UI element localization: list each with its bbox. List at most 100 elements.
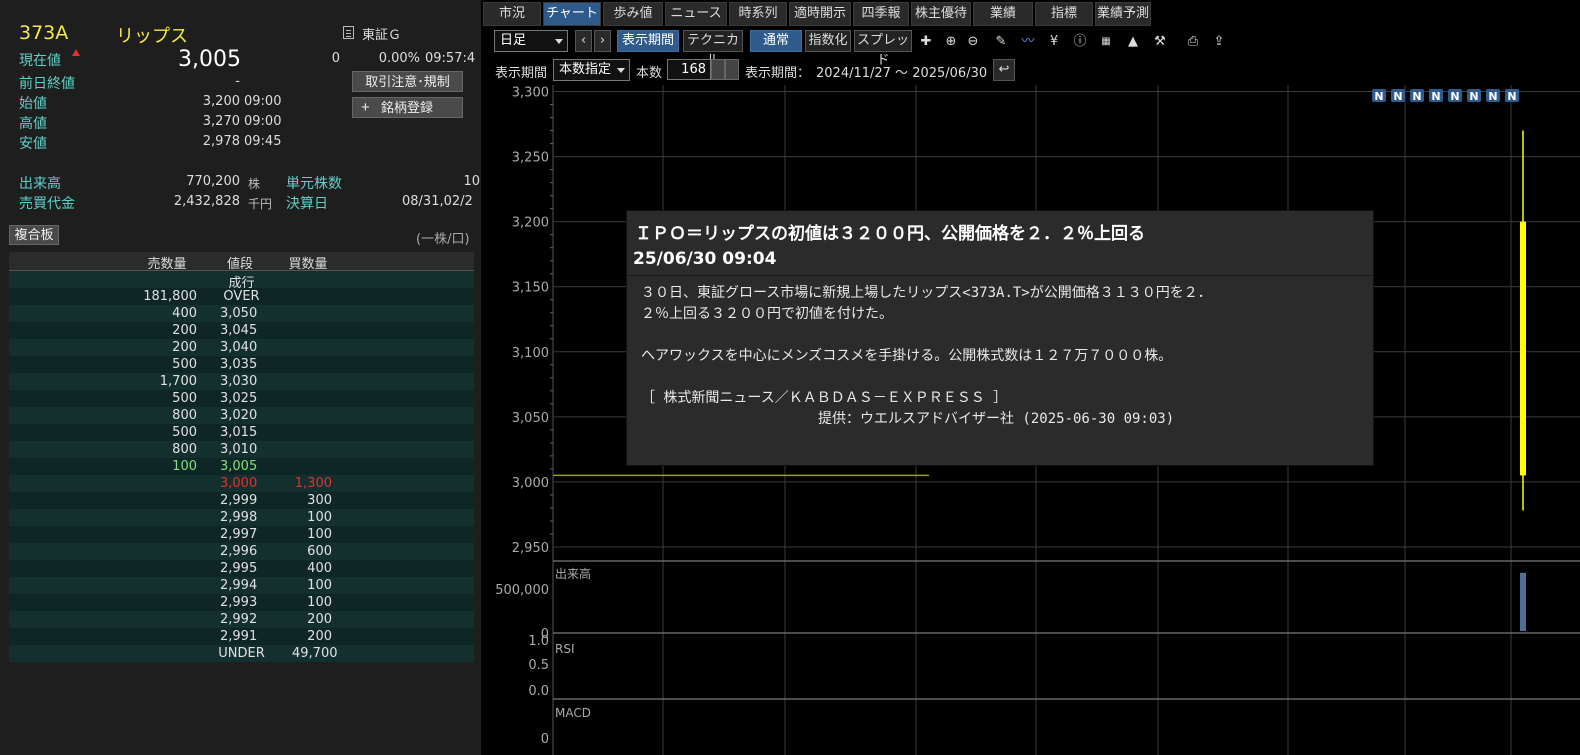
- tab-8[interactable]: 業績: [973, 2, 1033, 26]
- technical-button[interactable]: テクニカル: [683, 30, 743, 68]
- period-select[interactable]: 日足: [494, 30, 568, 52]
- chart-toolbar: 日足 ‹ › 表示期間 テクニカル 通常 指数化 スプレッド ✚ ⊕ ⊖ ✎ 〰…: [483, 30, 1580, 68]
- exchange-label: 東証Ｇ: [362, 28, 402, 43]
- count-input[interactable]: 168: [667, 59, 711, 80]
- tab-0[interactable]: 市況: [483, 2, 541, 26]
- zoom-in-icon[interactable]: ⊕: [941, 32, 961, 52]
- tab-9[interactable]: 指標: [1035, 2, 1093, 26]
- order-book-row[interactable]: 2,995 400: [9, 560, 474, 577]
- turnover-label: 売買代金: [19, 196, 75, 212]
- register-stock-button[interactable]: + 銘柄登録: [352, 97, 463, 118]
- price-tick-label: 3,250: [512, 151, 549, 166]
- wrench-icon[interactable]: ⚒: [1150, 32, 1170, 52]
- volume-unit: 株: [248, 177, 261, 191]
- order-book-row[interactable]: 2,997 100: [9, 526, 474, 543]
- normal-button[interactable]: 通常: [750, 30, 802, 52]
- next-button[interactable]: ›: [594, 30, 611, 52]
- area-chart-icon[interactable]: ▲: [1123, 32, 1143, 52]
- buy-qty: 100: [307, 578, 332, 593]
- export-icon[interactable]: ⇪: [1209, 32, 1229, 52]
- chevron-left-icon: ‹: [580, 33, 587, 48]
- count-up-button[interactable]: [725, 59, 739, 80]
- tab-7[interactable]: 株主優待: [911, 2, 971, 26]
- volume-tick-label: 500,000: [495, 583, 549, 598]
- pattern-icon[interactable]: 〰: [1018, 32, 1038, 52]
- news-popup[interactable]: ＩＰＯ＝リップスの初値は３２００円、公開価格を２．２％上回る 25/06/30 …: [626, 210, 1374, 466]
- tab-3[interactable]: ニュース: [665, 2, 727, 26]
- price-level: 2,999: [220, 493, 258, 508]
- news-title: ＩＰＯ＝リップスの初値は３２００円、公開価格を２．２％上回る: [635, 224, 1145, 244]
- order-book-row[interactable]: 500 3,015: [9, 424, 474, 441]
- range-value: 2024/11/27 ～ 2025/06/30: [816, 66, 988, 81]
- tab-2[interactable]: 歩み値: [603, 2, 663, 26]
- current-price: 3,005: [178, 47, 241, 72]
- market-order-row[interactable]: 成行: [9, 271, 474, 291]
- info-icon[interactable]: ⓘ: [1070, 32, 1090, 52]
- rsi-tick-label: 0.5: [528, 658, 549, 673]
- count-down-button[interactable]: [711, 59, 725, 80]
- news-marker-icon[interactable]: ▦: [1096, 32, 1116, 52]
- period-mode-select[interactable]: 本数指定: [553, 59, 630, 81]
- quote-time: 09:57:4: [425, 51, 476, 66]
- price-level: 3,025: [220, 391, 258, 406]
- price-level: 3,030: [220, 374, 258, 389]
- prev-close-label: 前日終値: [19, 76, 75, 92]
- order-book-row[interactable]: 3,000 1,300: [9, 475, 474, 492]
- order-book-row[interactable]: 2,992 200: [9, 611, 474, 628]
- period-label: 表示期間: [495, 66, 548, 81]
- order-book-row[interactable]: 200 3,040: [9, 339, 474, 356]
- order-book-row[interactable]: UNDER 49,700: [9, 645, 474, 662]
- zoom-out-icon[interactable]: ⊖: [963, 32, 983, 52]
- spread-button[interactable]: スプレッド: [854, 30, 912, 68]
- order-book-row[interactable]: 500 3,035: [9, 356, 474, 373]
- trade-notice-button[interactable]: 取引注意･規制: [352, 71, 463, 92]
- order-book-row[interactable]: 800 3,020: [9, 407, 474, 424]
- unit-note: (一株/口): [416, 232, 470, 247]
- order-book-row[interactable]: 2,991 200: [9, 628, 474, 645]
- buy-qty: 100: [307, 510, 332, 525]
- price-tick-label: 3,000: [512, 476, 549, 491]
- volume-label: 出来高: [19, 176, 61, 192]
- print-icon[interactable]: ⎙: [1183, 32, 1203, 52]
- lot-value: 10: [463, 174, 480, 189]
- order-book-row[interactable]: 800 3,010: [9, 441, 474, 458]
- volume-value: 770,200: [186, 174, 240, 189]
- price-level: 3,045: [220, 323, 258, 338]
- crosshair-icon[interactable]: ✚: [916, 32, 936, 52]
- order-book-row[interactable]: 500 3,025: [9, 390, 474, 407]
- tab-4[interactable]: 時系列: [729, 2, 787, 26]
- display-period-button[interactable]: 表示期間: [617, 30, 679, 52]
- order-book-row[interactable]: 2,998 100: [9, 509, 474, 526]
- pencil-icon[interactable]: ✎: [991, 32, 1011, 52]
- order-book-row[interactable]: 2,994 100: [9, 577, 474, 594]
- news-marker-label: N: [1507, 90, 1516, 103]
- order-book-row[interactable]: 2,999 300: [9, 492, 474, 509]
- news-marker-label: N: [1412, 90, 1421, 103]
- rsi-pane-label: RSI: [555, 642, 575, 656]
- yen-icon[interactable]: ¥: [1044, 32, 1064, 52]
- buy-qty: 200: [307, 629, 332, 644]
- order-book-row[interactable]: 100 3,005: [9, 458, 474, 475]
- order-book-row[interactable]: 181,800 OVER: [9, 288, 474, 305]
- order-book-row[interactable]: 1,700 3,030: [9, 373, 474, 390]
- prev-button[interactable]: ‹: [575, 30, 592, 52]
- order-book-row[interactable]: 2,993 100: [9, 594, 474, 611]
- lot-label: 単元株数: [286, 176, 342, 192]
- period-select-value: 日足: [500, 33, 527, 48]
- order-book-row[interactable]: 400 3,050: [9, 305, 474, 322]
- refresh-button[interactable]: ↩: [993, 59, 1015, 81]
- tab-10[interactable]: 業績予測: [1095, 2, 1151, 26]
- tab-5[interactable]: 適時開示: [789, 2, 851, 26]
- range-label: 表示期間：: [745, 66, 811, 81]
- document-icon[interactable]: [343, 26, 354, 39]
- tab-1[interactable]: チャート: [543, 2, 601, 26]
- composite-board-button[interactable]: 複合板: [9, 225, 59, 245]
- sell-qty: 800: [172, 408, 197, 423]
- order-book-row[interactable]: 2,996 600: [9, 543, 474, 560]
- sell-qty: 181,800: [143, 289, 197, 304]
- index-button[interactable]: 指数化: [805, 30, 851, 52]
- order-book-row[interactable]: 200 3,045: [9, 322, 474, 339]
- period-mode-value: 本数指定: [559, 62, 612, 77]
- tab-6[interactable]: 四季報: [853, 2, 909, 26]
- price-level: 3,050: [220, 306, 258, 321]
